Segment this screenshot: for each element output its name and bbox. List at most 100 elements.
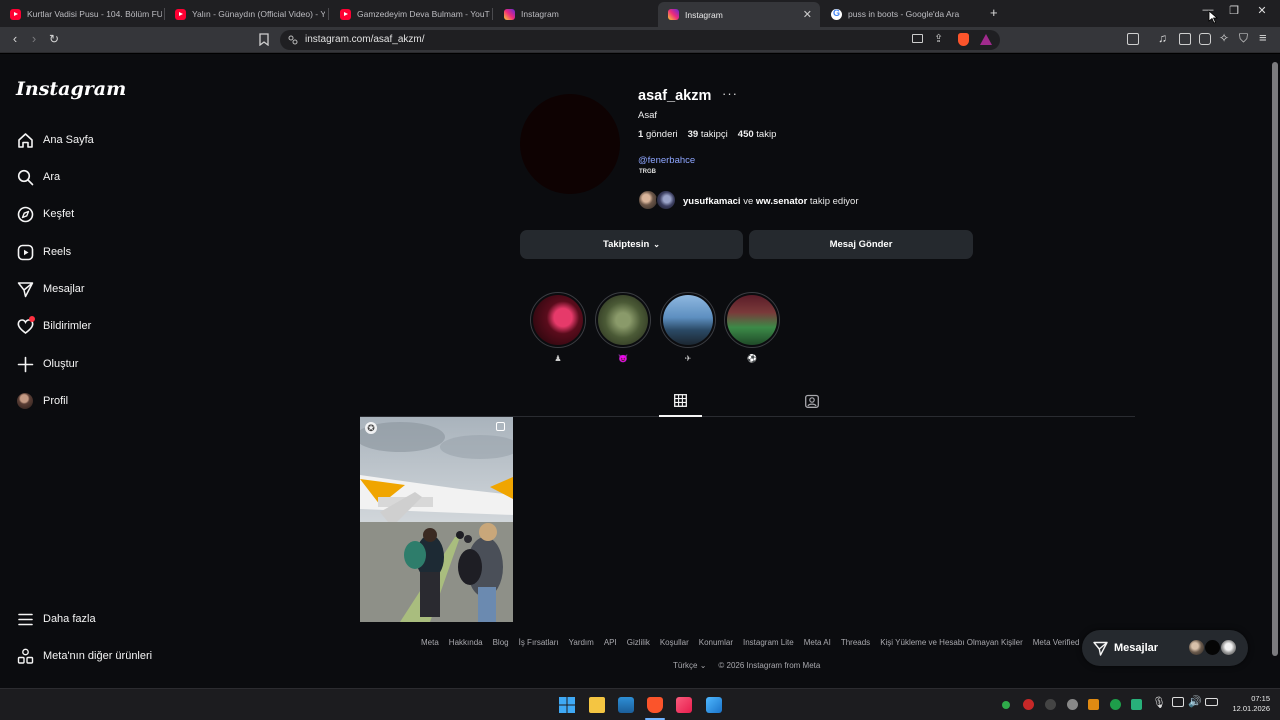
instagram-icon xyxy=(668,9,679,20)
close-tab-icon[interactable]: ✕ xyxy=(803,8,812,21)
share-icon[interactable]: ⇪ xyxy=(934,32,943,45)
media-icon[interactable]: ♫ xyxy=(1158,31,1167,45)
followers-stat[interactable]: 39 takipçi xyxy=(688,129,728,140)
profile-username: asaf_akzm xyxy=(638,88,712,104)
brave-shields-icon[interactable] xyxy=(958,33,969,46)
microphone-icon[interactable]: 🎙 xyxy=(1152,696,1166,709)
meta-apps-icon xyxy=(16,647,34,665)
tray-icon[interactable] xyxy=(1131,699,1142,710)
vpn-shield-icon[interactable]: ⛉ xyxy=(1239,31,1248,46)
windows-start-icon[interactable] xyxy=(559,697,575,713)
sidebar-toggle-icon[interactable] xyxy=(1127,33,1139,45)
footer-link[interactable]: Instagram Lite xyxy=(743,638,794,647)
browser-tab[interactable]: Yalın - Günaydın (Official Video) - You xyxy=(165,3,325,25)
footer-link[interactable]: Meta xyxy=(421,638,439,647)
mutual-follower-avatar[interactable] xyxy=(638,190,658,210)
brave-browser-icon[interactable] xyxy=(647,697,663,713)
browser-tab[interactable]: Gamzedeyim Deva Bulmam - YouTube xyxy=(330,3,490,25)
url-text: instagram.com/asaf_akzm/ xyxy=(305,34,425,45)
profile-options-button[interactable]: ··· xyxy=(722,86,738,101)
footer-link[interactable]: Konumlar xyxy=(699,638,733,647)
footer-link[interactable]: Koşullar xyxy=(660,638,689,647)
footer-link[interactable]: Gizlilik xyxy=(627,638,650,647)
instagram-logo[interactable]: Instagram xyxy=(16,78,126,100)
profile-avatar[interactable] xyxy=(520,94,620,194)
reload-icon[interactable]: ↻ xyxy=(45,32,63,46)
wallet-icon[interactable] xyxy=(1199,33,1211,45)
sidebar-item-reels[interactable]: Reels xyxy=(16,242,71,262)
footer-link[interactable]: Meta AI xyxy=(804,638,831,647)
bio-mention-link[interactable]: @fenerbahce xyxy=(638,155,695,166)
panel-icon[interactable] xyxy=(1179,33,1191,45)
language-select[interactable]: Türkçe ⌄ xyxy=(673,661,706,670)
address-bar[interactable]: instagram.com/asaf_akzm/ ⇪ xyxy=(280,30,1000,50)
tray-icon[interactable] xyxy=(1002,701,1010,709)
mutual-follower-avatar[interactable] xyxy=(656,190,676,210)
brave-rewards-icon[interactable] xyxy=(980,34,992,45)
story-highlight[interactable] xyxy=(530,292,586,348)
sidebar-item-more[interactable]: Daha fazla xyxy=(16,609,96,629)
battery-icon[interactable] xyxy=(1205,698,1218,706)
footer-link[interactable]: Hakkında xyxy=(449,638,483,647)
tagged-icon[interactable] xyxy=(805,394,819,408)
browser-tab[interactable]: Instagram xyxy=(494,3,654,25)
footer-link[interactable]: İş Fırsatları xyxy=(519,638,559,647)
sidebar-item-notifications[interactable]: Bildirimler xyxy=(16,316,91,336)
app-installer-icon[interactable] xyxy=(706,697,722,713)
messages-floating-button[interactable]: Mesajlar xyxy=(1082,630,1248,666)
footer-link[interactable]: Yardım xyxy=(569,638,594,647)
footer-bottom: Türkçe ⌄ © 2026 Instagram from Meta xyxy=(673,661,820,670)
tab-title: Kurtlar Vadisi Pusu - 104. Bölüm FULL xyxy=(27,9,162,19)
sidebar-item-meta-products[interactable]: Meta'nın diğer ürünleri xyxy=(16,646,152,666)
footer-link[interactable]: Kişi Yükleme ve Hesabı Olmayan Kişiler xyxy=(880,638,1023,647)
footer-link[interactable]: Meta Verified xyxy=(1033,638,1080,647)
browser-tab[interactable]: puss in boots - Google'da Ara xyxy=(821,3,983,25)
sidebar-item-home[interactable]: Ana Sayfa xyxy=(16,130,94,150)
sidebar-item-explore[interactable]: Keşfet xyxy=(16,204,74,224)
system-clock[interactable]: 07:15 12.01.2026 xyxy=(1232,694,1270,714)
site-settings-icon[interactable] xyxy=(288,35,298,45)
scrollbar-thumb[interactable] xyxy=(1272,62,1278,656)
back-icon[interactable]: ‹ xyxy=(6,31,24,46)
sidebar-item-create[interactable]: Oluştur xyxy=(16,354,78,374)
send-message-button[interactable]: Mesaj Gönder xyxy=(749,230,973,259)
browser-tab-active[interactable]: Instagram ✕ xyxy=(658,2,820,27)
photos-icon[interactable] xyxy=(618,697,634,713)
footer-link[interactable]: API xyxy=(604,638,617,647)
sidebar-item-search[interactable]: Ara xyxy=(16,167,60,187)
story-highlight[interactable] xyxy=(595,292,651,348)
sidebar-item-profile[interactable]: Profil xyxy=(16,391,68,411)
bookmark-icon[interactable] xyxy=(259,33,269,46)
forward-icon[interactable]: › xyxy=(25,31,43,46)
footer-link[interactable]: Blog xyxy=(493,638,509,647)
cast-icon[interactable] xyxy=(912,34,923,43)
sidebar-item-messages[interactable]: Mesajlar xyxy=(16,279,85,299)
leo-ai-icon[interactable]: ✧ xyxy=(1219,31,1229,45)
tray-icon[interactable] xyxy=(1023,699,1034,710)
tray-icon[interactable] xyxy=(1045,699,1056,710)
story-highlight[interactable] xyxy=(724,292,780,348)
file-explorer-icon[interactable] xyxy=(589,697,605,713)
close-window-icon[interactable]: ✕ xyxy=(1250,4,1274,17)
avatar xyxy=(16,392,34,410)
new-tab-button[interactable]: + xyxy=(990,5,998,20)
browser-tab[interactable]: Kurtlar Vadisi Pusu - 104. Bölüm FULL xyxy=(0,3,162,25)
post-thumbnail[interactable]: ✪ xyxy=(360,417,513,622)
tray-icon[interactable] xyxy=(1110,699,1121,710)
tray-icon[interactable] xyxy=(1067,699,1078,710)
tray-icon[interactable] xyxy=(1088,699,1099,710)
grid-icon[interactable] xyxy=(674,394,687,407)
carousel-icon xyxy=(496,422,505,431)
restore-icon[interactable]: ❐ xyxy=(1222,4,1246,17)
volume-icon[interactable]: 🔊 xyxy=(1188,695,1202,708)
following-button[interactable]: Takiptesin ⌄ xyxy=(520,230,743,259)
following-stat[interactable]: 450 takip xyxy=(738,129,777,140)
footer-link[interactable]: Threads xyxy=(841,638,870,647)
browser-toolbar: ‹ › ↻ instagram.com/asaf_akzm/ ⇪ ♫ ✧ ⛉ ≡ xyxy=(0,27,1280,53)
followed-by-text[interactable]: yusufkamaci ve ww.senator takip ediyor xyxy=(683,196,859,207)
network-icon[interactable] xyxy=(1172,697,1184,707)
messages-label: Mesajlar xyxy=(1114,642,1159,654)
music-app-icon[interactable] xyxy=(676,697,692,713)
story-highlight[interactable] xyxy=(660,292,716,348)
menu-icon[interactable]: ≡ xyxy=(1259,30,1267,45)
